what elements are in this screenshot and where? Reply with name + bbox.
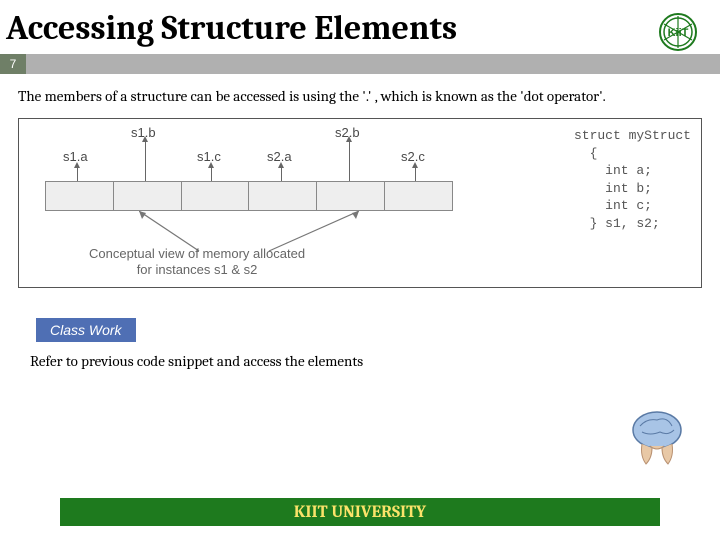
memory-cells	[45, 181, 453, 211]
code-snippet: struct myStruct { int a; int b; int c; }…	[574, 127, 691, 232]
memory-cell	[181, 181, 249, 211]
caption-line1: Conceptual view of memory allocated	[89, 246, 305, 261]
kiit-logo: KiiT	[648, 12, 708, 52]
refer-text: Refer to previous code snippet and acces…	[0, 342, 720, 380]
memory-cell	[384, 181, 453, 211]
page-title: Accessing Structure Elements	[0, 0, 720, 52]
arrow-icon	[145, 141, 146, 181]
memory-cell	[45, 181, 113, 211]
class-work-badge: Class Work	[36, 318, 136, 342]
memory-cell	[113, 181, 181, 211]
brain-icon	[622, 406, 692, 476]
page-number: 7	[0, 54, 26, 74]
intro-text: The members of a structure can be access…	[0, 74, 720, 114]
memory-diagram: s1.a s1.b s1.c s2.a s2.b s2.c Conceptual…	[18, 118, 702, 288]
memory-cell	[248, 181, 316, 211]
arrow-icon	[77, 167, 78, 181]
header-bar: 7	[0, 54, 720, 74]
svg-text:KiiT: KiiT	[668, 27, 689, 39]
arrow-icon	[415, 167, 416, 181]
diagram-caption: Conceptual view of memory allocated for …	[89, 246, 305, 277]
memory-cell	[316, 181, 384, 211]
header-bar-fill	[26, 54, 720, 74]
arrow-icon	[281, 167, 282, 181]
footer-banner: KIIT UNIVERSITY	[60, 498, 660, 526]
caption-line2: for instances s1 & s2	[137, 262, 258, 277]
arrow-icon	[211, 167, 212, 181]
arrow-icon	[349, 141, 350, 181]
